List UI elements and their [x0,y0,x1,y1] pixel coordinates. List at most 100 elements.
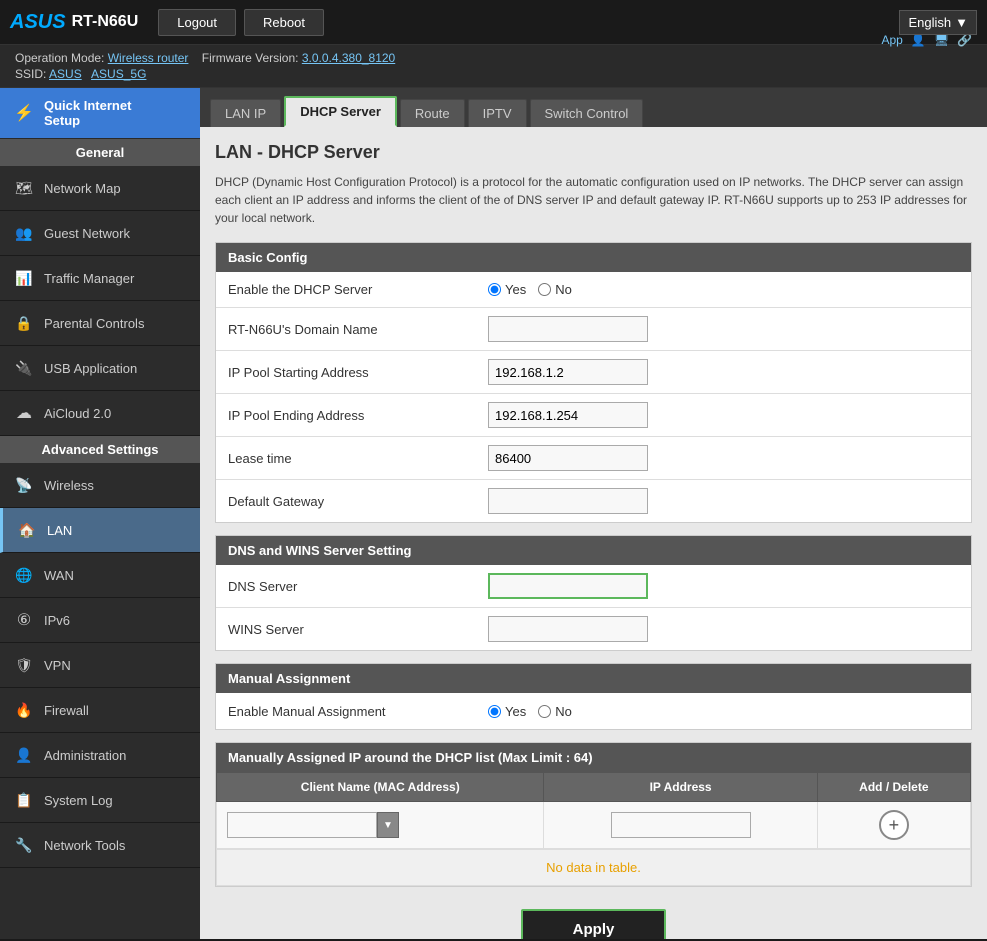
sidebar-item-quick-setup[interactable]: Quick InternetSetup [0,88,200,139]
sidebar-label-usb-application: USB Application [44,361,137,376]
add-button[interactable]: + [879,810,909,840]
sidebar-item-traffic-manager[interactable]: Traffic Manager [0,256,200,301]
logout-button[interactable]: Logout [158,9,236,36]
section-basic-config: Basic Config Enable the DHCP Server Yes … [215,242,972,523]
logo: ASUS RT-N66U [10,11,138,34]
label-ip-pool-start: IP Pool Starting Address [228,365,488,380]
content-area: LAN IP DHCP Server Route IPTV Switch Con… [200,88,987,939]
value-dns-server [488,573,959,599]
reboot-button[interactable]: Reboot [244,9,324,36]
radio-no-dhcp[interactable]: No [538,282,572,297]
mac-dropdown-button[interactable]: ▼ [377,812,399,838]
dhcp-table: Client Name (MAC Address) IP Address Add… [216,772,971,849]
input-ip-pool-start[interactable] [488,359,648,385]
user-icon[interactable]: 👤 [911,33,926,47]
radio-input-no-dhcp[interactable] [538,283,551,296]
col-ip-address: IP Address [544,773,817,802]
radio-yes-dhcp[interactable]: Yes [488,282,526,297]
value-wins-server [488,616,959,642]
share-icon[interactable]: 🔗 [957,33,972,47]
sidebar-item-firewall[interactable]: Firewall [0,688,200,733]
sidebar-label-wan: WAN [44,568,74,583]
sidebar-item-ipv6[interactable]: IPv6 [0,598,200,643]
label-enable-manual: Enable Manual Assignment [228,704,488,719]
quick-icon [12,101,36,125]
label-enable-dhcp: Enable the DHCP Server [228,282,488,297]
table-row-input: ▼ + [217,802,971,849]
sidebar-item-lan[interactable]: LAN [0,508,200,553]
input-mac-address[interactable] [227,812,377,838]
sidebar-item-aicloud[interactable]: AiCloud 2.0 [0,391,200,436]
chevron-down-icon: ▼ [955,15,968,30]
apply-row: Apply [215,899,972,939]
page-title: LAN - DHCP Server [215,142,972,163]
radio-input-yes-dhcp[interactable] [488,283,501,296]
wireless-icon [12,473,36,497]
input-lease-time[interactable] [488,445,648,471]
fw-value[interactable]: 3.0.0.4.380_8120 [302,51,395,65]
field-default-gateway: Default Gateway [216,480,971,522]
page-content: LAN - DHCP Server DHCP (Dynamic Host Con… [200,127,987,939]
mac-dropdown: ▼ [227,812,533,838]
sidebar-item-wireless[interactable]: Wireless [0,463,200,508]
sidebar-section-advanced: Advanced Settings [0,436,200,463]
sidebar-item-usb-application[interactable]: USB Application [0,346,200,391]
sidebar-label-parental-controls: Parental Controls [44,316,144,331]
input-dns-server[interactable] [488,573,648,599]
sidebar-item-guest-network[interactable]: Guest Network [0,211,200,256]
firewall-icon [12,698,36,722]
ssid1[interactable]: ASUS [49,67,82,81]
lan-icon [15,518,39,542]
cell-add-delete: + [817,802,970,849]
field-enable-dhcp: Enable the DHCP Server Yes No [216,272,971,308]
sidebar-label-ipv6: IPv6 [44,613,70,628]
radio-yes-manual[interactable]: Yes [488,704,526,719]
radio-input-yes-manual[interactable] [488,705,501,718]
page-description: DHCP (Dynamic Host Configuration Protoco… [215,173,972,227]
radio-no-manual[interactable]: No [538,704,572,719]
parental-icon [12,311,36,335]
input-ip-pool-end[interactable] [488,402,648,428]
sidebar-item-system-log[interactable]: System Log [0,778,200,823]
value-enable-manual: Yes No [488,704,959,719]
tab-dhcp-server[interactable]: DHCP Server [284,96,397,127]
header-buttons: Logout Reboot [158,9,324,36]
label-domain-name: RT-N66U's Domain Name [228,322,488,337]
app-icons: App 👤 🖥 🔗 [882,33,973,47]
language-selector[interactable]: English ▼ [899,10,977,35]
sidebar-item-parental-controls[interactable]: Parental Controls [0,301,200,346]
sidebar-item-network-map[interactable]: Network Map [0,166,200,211]
input-domain-name[interactable] [488,316,648,342]
sidebar-item-wan[interactable]: WAN [0,553,200,598]
value-enable-dhcp: Yes No [488,282,959,297]
sidebar-item-vpn[interactable]: VPN [0,643,200,688]
section-header-manual-assign: Manual Assignment [216,664,971,693]
op-mode-label: Operation Mode: [15,51,104,65]
sidebar-label-traffic-manager: Traffic Manager [44,271,134,286]
sidebar-label-lan: LAN [47,523,72,538]
value-domain-name [488,316,959,342]
op-mode-value[interactable]: Wireless router [108,51,189,65]
input-wins-server[interactable] [488,616,648,642]
radio-input-no-manual[interactable] [538,705,551,718]
ipv6-icon [12,608,36,632]
input-default-gateway[interactable] [488,488,648,514]
tab-route[interactable]: Route [400,99,465,127]
sidebar-item-network-tools[interactable]: Network Tools [0,823,200,868]
sidebar-item-administration[interactable]: Administration [0,733,200,778]
nettools-icon [12,833,36,857]
tab-iptv[interactable]: IPTV [468,99,527,127]
tab-lan-ip[interactable]: LAN IP [210,99,281,127]
field-ip-pool-start: IP Pool Starting Address [216,351,971,394]
radio-enable-dhcp: Yes No [488,282,572,297]
section-header-basic-config: Basic Config [216,243,971,272]
main-layout: Quick InternetSetup General Network Map … [0,88,987,939]
traffic-icon [12,266,36,290]
screen-icon[interactable]: 🖥 [934,33,949,47]
apply-button[interactable]: Apply [521,909,667,939]
label-default-gateway: Default Gateway [228,494,488,509]
ssid2[interactable]: ASUS_5G [91,67,146,81]
header: ASUS RT-N66U Logout Reboot English ▼ [0,0,987,45]
tab-switch-control[interactable]: Switch Control [530,99,644,127]
input-ip-address[interactable] [611,812,751,838]
